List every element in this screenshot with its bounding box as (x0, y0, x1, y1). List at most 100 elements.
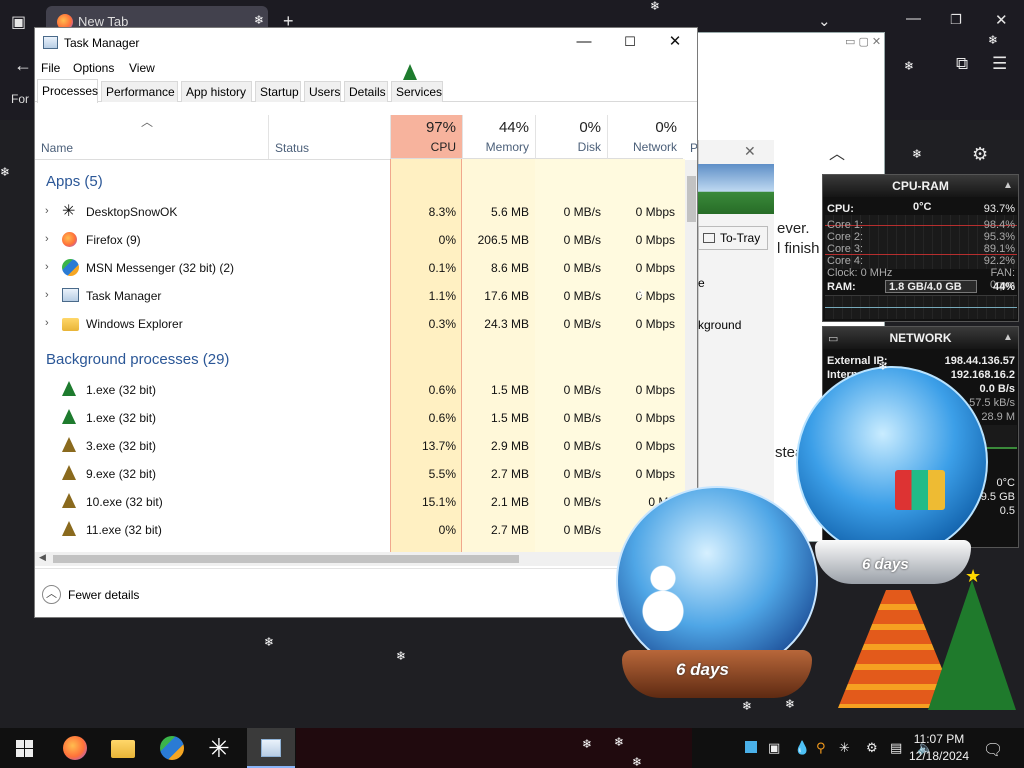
settings-dialog-close[interactable]: ✕ (744, 143, 756, 160)
firefox-icon (62, 232, 77, 247)
core-value: 98.4% (983, 219, 1015, 231)
network-value: 0 Mbps (635, 383, 675, 397)
expand-chevron-icon[interactable]: › (45, 233, 49, 245)
column-cpu[interactable]: 97% CPU (390, 115, 462, 159)
close-button[interactable]: ✕ (660, 32, 690, 54)
tab-list-icon[interactable]: ▣ (11, 12, 26, 32)
menu-options[interactable]: Options (73, 61, 114, 75)
tray-drop-icon[interactable]: 💧 (794, 740, 810, 756)
task-manager-icon (62, 288, 79, 302)
snowflake-icon: ✳ (62, 203, 76, 220)
column-power-partial[interactable]: P (690, 141, 697, 155)
start-windows-icon[interactable] (16, 740, 33, 757)
expand-chevron-icon[interactable]: › (45, 261, 49, 273)
expand-chevron-icon[interactable]: › (45, 317, 49, 329)
vertical-scroll-thumb[interactable] (687, 176, 696, 222)
expand-chevron-icon[interactable]: › (45, 205, 49, 217)
minimize-button[interactable]: — (569, 32, 599, 54)
tray-search-icon[interactable]: ⚲ (816, 740, 826, 756)
snow-preview-image (698, 164, 774, 214)
cpu-ram-gadget: CPU-RAM ▲ CPU: 0°C 93.7% Core 1: 98.4% C… (822, 174, 1019, 322)
status-column-divider (268, 115, 269, 159)
network-value: 0 Mbps (635, 317, 675, 331)
task-manager-taskbar-glyph (261, 739, 281, 757)
menu-view[interactable]: View (129, 61, 155, 75)
tab-performance[interactable]: Performance (101, 81, 178, 102)
file-explorer-taskbar-icon[interactable] (111, 740, 135, 758)
to-tray-button[interactable]: To-Tray (698, 226, 768, 250)
snowflake-icon: ❄ (226, 29, 237, 43)
msn-taskbar-icon[interactable] (160, 736, 184, 760)
tray-settings-icon[interactable]: ⚙ (866, 740, 878, 756)
apps-group-header[interactable]: Apps (5) (46, 173, 103, 190)
tray-app-icon[interactable]: ▣ (768, 740, 780, 756)
settings-text-line: l finish (777, 240, 820, 257)
memory-total: 44% (498, 119, 529, 136)
tab-users[interactable]: Users (304, 81, 341, 102)
notifications-icon[interactable]: 🗨 (983, 740, 1003, 760)
tab-details[interactable]: Details (344, 81, 388, 102)
globe-presents (895, 470, 945, 510)
snowflake-icon: ❄ (368, 409, 379, 423)
cpu-value: 1.1% (428, 289, 456, 303)
back-arrow-icon[interactable]: ← (14, 55, 32, 76)
maximize-icon[interactable]: ❐ (950, 12, 962, 28)
extensions-icon[interactable]: ⧉ (956, 54, 968, 74)
disk-value: 0 MB/s (563, 205, 601, 219)
tray-snowflake-icon[interactable]: ✳ (839, 740, 850, 756)
menu-icon[interactable]: ☰ (992, 54, 1007, 74)
snowflake-icon: ❄ (632, 755, 643, 768)
msn-icon (62, 259, 79, 276)
snowflake-icon: ❄ (262, 473, 273, 487)
taskbar-clock[interactable]: 11:07 PM 12/18/2024 (900, 731, 978, 765)
tree-exe-icon (62, 493, 76, 508)
title-bar[interactable]: Task Manager — ☐ ✕ (35, 28, 697, 58)
header-divider (35, 159, 390, 160)
snowflake-taskbar-icon[interactable]: ✳ (208, 733, 230, 764)
memory-value: 24.3 MB (484, 317, 529, 331)
cpu-value: 0% (438, 523, 456, 537)
network-value: 0 Mbps (635, 411, 675, 425)
scroll-left-icon[interactable]: ◀ (39, 552, 46, 563)
firefox-taskbar-icon[interactable] (63, 736, 87, 760)
tab-startup[interactable]: Startup (255, 81, 301, 102)
tab-app-history[interactable]: App history (181, 81, 252, 102)
cpu-value: 0.3% (428, 317, 456, 331)
chevron-up-circle-icon[interactable]: ︿ (42, 585, 61, 604)
collapse-arrow-icon[interactable]: ▲ (1003, 180, 1013, 191)
cpu-label: CPU (430, 140, 456, 154)
column-memory[interactable]: 44% Memory (462, 115, 535, 159)
tray-square-icon[interactable] (745, 741, 757, 753)
process-name: MSN Messenger (32 bit) (2) (86, 261, 235, 275)
horizontal-scroll-thumb[interactable] (53, 555, 519, 563)
collapse-chevron-icon[interactable]: ︿ (829, 140, 845, 164)
minimize-icon[interactable]: — (906, 10, 921, 27)
maximize-button[interactable]: ☐ (615, 32, 645, 54)
network-label: Network (632, 140, 677, 154)
column-network[interactable]: 0% Network (607, 115, 683, 159)
expand-chevron-icon[interactable]: › (45, 289, 49, 301)
settings-gear-icon[interactable]: ⚙ (972, 144, 988, 165)
column-disk[interactable]: 0% Disk (535, 115, 607, 159)
column-name[interactable]: Name (41, 141, 73, 155)
background-group-header[interactable]: Background processes (29) (46, 351, 229, 368)
list-all-tabs-icon[interactable]: ⌄ (818, 12, 831, 30)
memory-value: 206.5 MB (477, 233, 529, 247)
column-status[interactable]: Status (275, 141, 309, 155)
tree-exe-icon (62, 437, 76, 452)
collapse-arrow-icon[interactable]: ▲ (1003, 332, 1013, 343)
snowflake-icon: ❄ (0, 165, 11, 179)
disk-label: Disk (577, 140, 601, 154)
tab-services[interactable]: Services (391, 81, 443, 102)
menu-file[interactable]: File (41, 61, 60, 75)
cpu-value: 15.1% (421, 495, 456, 509)
tab-processes[interactable]: Processes (37, 79, 98, 103)
settings-window-controls: ▭ ▢ ✕ (845, 36, 882, 48)
network-total: 0% (655, 119, 677, 136)
bookmark-label[interactable]: For (11, 92, 29, 106)
snowflake-icon: ❄ (742, 699, 753, 713)
tree-decoration-icon (403, 64, 417, 80)
sort-arrow-icon[interactable]: ︿ (141, 113, 153, 130)
fewer-details-link[interactable]: Fewer details (68, 588, 139, 602)
close-icon[interactable]: ✕ (995, 11, 1008, 29)
